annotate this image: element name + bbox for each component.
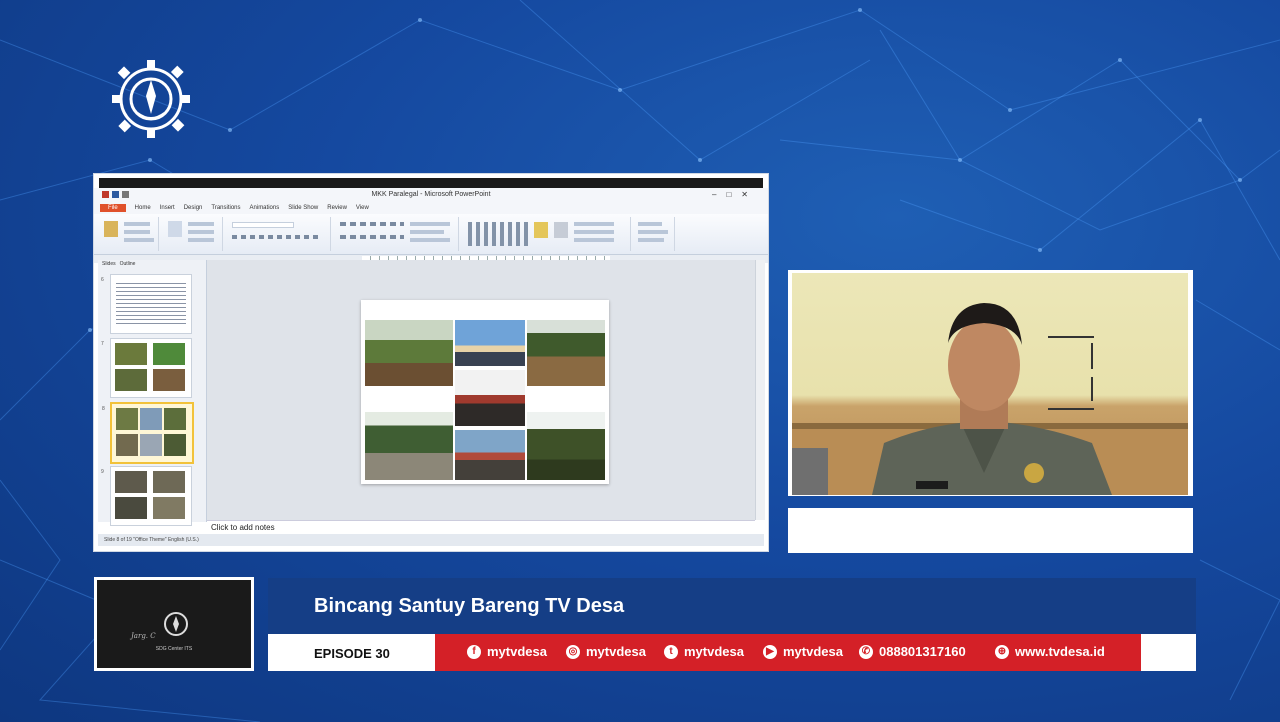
social-label: mytvdesa (487, 644, 547, 659)
ribbon-group-clipboard[interactable] (98, 217, 159, 251)
slide-thumbnail[interactable]: 6 (101, 274, 192, 334)
whatsapp-icon: ✆ (859, 644, 873, 659)
capture-black-bar (99, 178, 763, 188)
program-title-bar: Bincang Santuy Bareng TV Desa (268, 578, 1196, 634)
tab-design[interactable]: Design (184, 205, 203, 211)
social-instagram: ◎ mytvdesa (566, 644, 646, 659)
tab-slides[interactable]: Slides (102, 261, 116, 271)
sdg-center-logo-icon: Jarg. C (129, 612, 188, 640)
tab-review[interactable]: Review (327, 205, 347, 211)
program-title: Bincang Santuy Bareng TV Desa (314, 595, 625, 617)
channel-logo-box: Jarg. C SDG Center ITS (94, 577, 254, 671)
social-facebook: f mytvdesa (467, 644, 547, 659)
slide-photo (455, 320, 525, 366)
ppt-title-bar: MKK Paralegal - Microsoft PowerPoint –□✕ (94, 188, 768, 202)
social-label: mytvdesa (783, 644, 843, 659)
tab-transitions[interactable]: Transitions (211, 205, 240, 211)
ribbon-group-slides[interactable] (162, 217, 223, 251)
ribbon (94, 214, 768, 255)
notes-pane[interactable]: Click to add notes (207, 520, 755, 535)
social-youtube: ▶ mytvdesa (763, 644, 843, 659)
ribbon-group-paragraph[interactable] (334, 217, 459, 251)
slide-thumbnail[interactable]: 7 (101, 338, 192, 398)
tab-slide-show[interactable]: Slide Show (288, 205, 318, 211)
social-label: mytvdesa (586, 644, 646, 659)
presenter-video (792, 303, 1188, 495)
facebook-icon: f (467, 644, 481, 659)
slide-photo (365, 412, 453, 480)
ribbon-tabs: File Home Insert Design Transitions Anim… (94, 202, 768, 214)
ppt-window-title: MKK Paralegal - Microsoft PowerPoint (371, 191, 491, 198)
slide-thumbnail-panel: Slides Outline 6 7 8 9 (98, 260, 207, 526)
social-whatsapp: ✆ 088801317160 (859, 644, 966, 659)
tab-view[interactable]: View (356, 205, 369, 211)
current-slide[interactable] (361, 300, 609, 484)
ribbon-group-font[interactable] (226, 217, 331, 251)
social-bar: f mytvdesa ◎ mytvdesa t mytvdesa ▶ mytvdesa … (435, 634, 1141, 671)
episode-label: EPISODE 30 (314, 646, 390, 661)
instagram-icon: ◎ (566, 644, 580, 659)
slide-photo (455, 370, 525, 426)
social-label: www.tvdesa.id (1015, 644, 1105, 659)
twitter-icon: t (664, 644, 678, 659)
slide-number: 9 (101, 469, 104, 475)
slide-thumbnail-selected[interactable]: 8 (102, 402, 194, 464)
panel-tabs: Slides Outline (98, 260, 206, 272)
slide-photo (527, 320, 605, 386)
youtube-icon: ▶ (763, 644, 777, 659)
its-logo-icon (112, 60, 190, 138)
social-twitter: t mytvdesa (664, 644, 744, 659)
slide-number: 8 (102, 406, 105, 412)
slide-number: 6 (101, 277, 104, 283)
slide-photo (527, 412, 605, 480)
slide-number: 7 (101, 341, 104, 347)
powerpoint-window: MKK Paralegal - Microsoft PowerPoint –□✕… (94, 174, 768, 551)
tab-insert[interactable]: Insert (160, 205, 175, 211)
tab-file[interactable]: File (100, 204, 126, 212)
notes-placeholder: Click to add notes (211, 523, 275, 532)
window-controls[interactable]: –□✕ (712, 190, 758, 199)
ribbon-group-drawing[interactable] (462, 217, 631, 251)
episode-bar: EPISODE 30 f mytvdesa ◎ mytvdesa t mytvdesa… (268, 634, 1196, 671)
webcam-feed (788, 270, 1193, 496)
webcam-caption-box (788, 508, 1193, 553)
channel-logo-caption: SDG Center ITS (155, 646, 193, 652)
tab-animations[interactable]: Animations (250, 205, 280, 211)
slide-photo (365, 320, 453, 386)
slide-photo (455, 430, 525, 480)
social-website: ⊕ www.tvdesa.id (995, 644, 1105, 659)
slide-thumbnail[interactable]: 9 (101, 466, 192, 526)
ribbon-group-editing[interactable] (634, 217, 675, 251)
tab-home[interactable]: Home (135, 205, 151, 211)
globe-icon: ⊕ (995, 644, 1009, 659)
social-label: mytvdesa (684, 644, 744, 659)
slide-editing-area[interactable] (207, 260, 755, 520)
status-bar: Slide 8 of 19 "Office Theme" English (U.… (98, 534, 764, 546)
vertical-scrollbar[interactable] (755, 260, 765, 520)
status-text: Slide 8 of 19 "Office Theme" English (U.… (104, 537, 199, 543)
svg-text:Jarg. C: Jarg. C (129, 632, 156, 640)
tab-outline[interactable]: Outline (120, 261, 136, 271)
social-label: 088801317160 (879, 644, 966, 659)
